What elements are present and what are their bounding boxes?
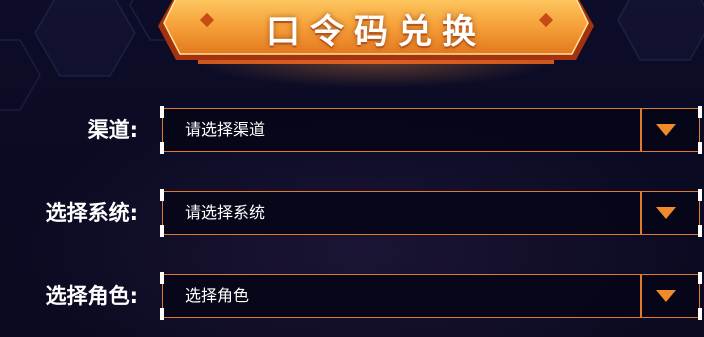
corner-decoration (698, 272, 702, 284)
corner-decoration (698, 225, 702, 237)
system-select[interactable]: 请选择系统 (160, 189, 702, 237)
chevron-down-icon[interactable] (656, 290, 676, 302)
corner-decoration (160, 225, 164, 237)
page-title: 口令码兑换 (266, 12, 486, 52)
channel-select[interactable]: 请选择渠道 (160, 106, 702, 154)
corner-decoration (698, 142, 702, 154)
role-row: 选择角色: 选择角色 (0, 272, 704, 320)
corner-decoration (698, 308, 702, 320)
channel-label: 渠道: (87, 118, 138, 142)
corner-decoration (698, 189, 702, 201)
system-label: 选择系统: (45, 201, 138, 225)
role-select[interactable]: 选择角色 (160, 272, 702, 320)
system-row: 选择系统: 请选择系统 (0, 189, 704, 237)
corner-decoration (160, 142, 164, 154)
corner-decoration (160, 308, 164, 320)
role-label: 选择角色: (45, 284, 138, 308)
corner-decoration (698, 106, 702, 118)
corner-decoration (160, 189, 164, 201)
chevron-down-icon[interactable] (656, 124, 676, 136)
corner-decoration (160, 272, 164, 284)
corner-decoration (160, 106, 164, 118)
role-select-value: 选择角色 (185, 286, 250, 305)
channel-row: 渠道: 请选择渠道 (0, 106, 704, 154)
channel-select-value: 请选择渠道 (185, 120, 266, 139)
chevron-down-icon[interactable] (656, 207, 676, 219)
system-select-value: 请选择系统 (185, 203, 266, 222)
select-divider (640, 275, 642, 317)
title-banner: 口令码兑换 (158, 0, 594, 68)
select-divider (640, 192, 642, 234)
select-divider (640, 109, 642, 151)
